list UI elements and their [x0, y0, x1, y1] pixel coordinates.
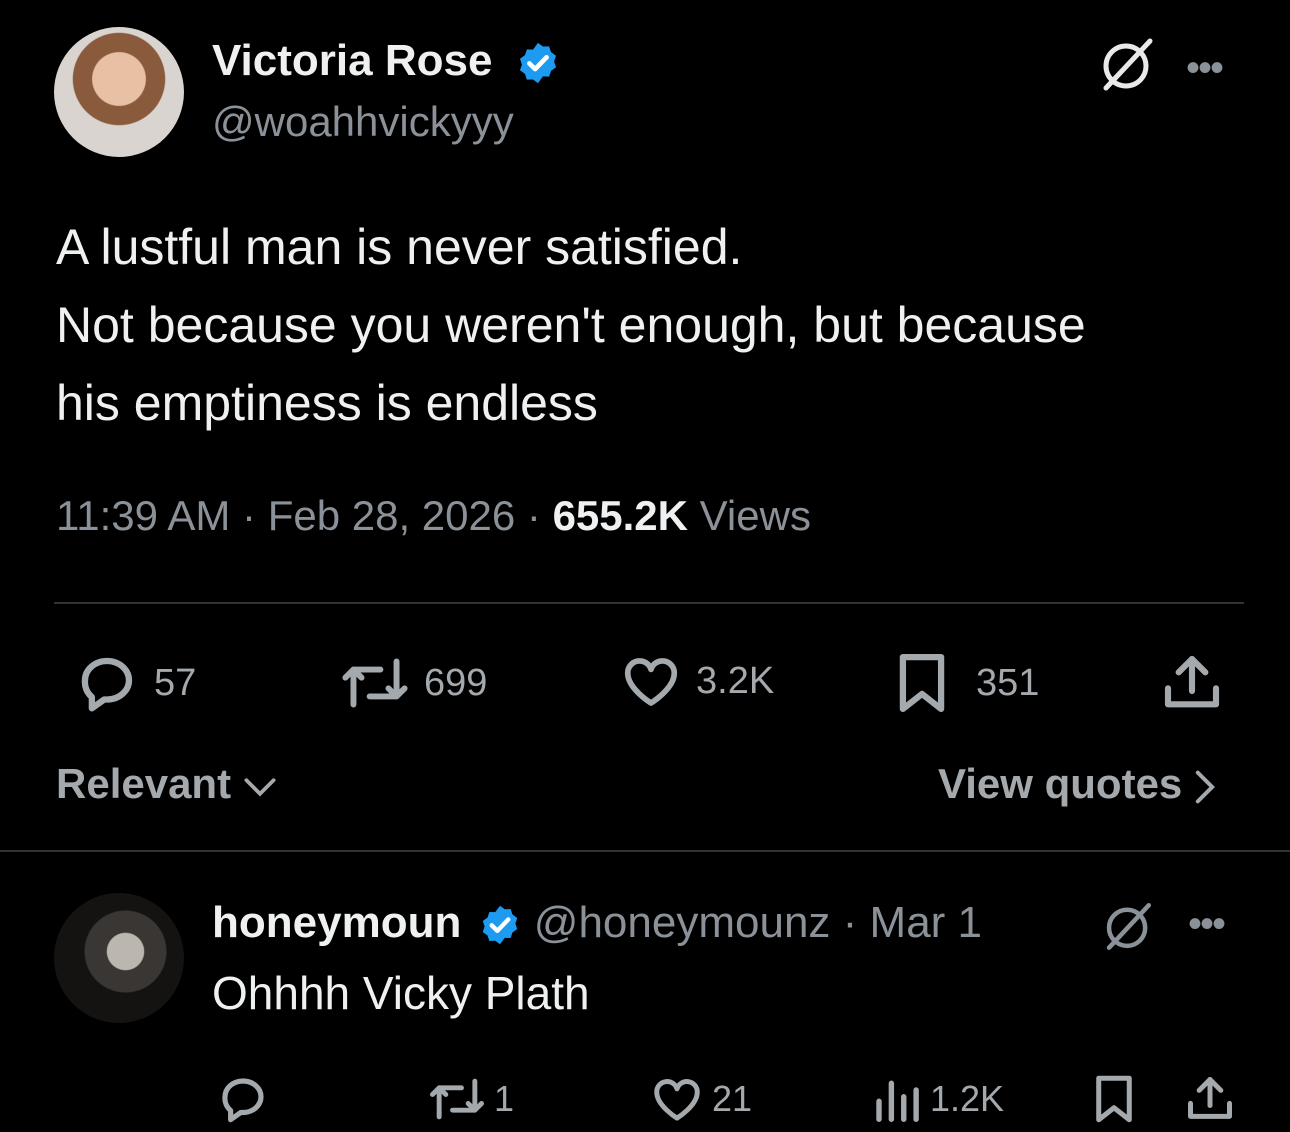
- chevron-right-icon: [1194, 769, 1216, 805]
- reply-bookmark-button[interactable]: [1090, 1072, 1138, 1126]
- views-label: Views: [699, 492, 811, 539]
- bookmark-icon: [1090, 1072, 1138, 1126]
- divider: [54, 602, 1244, 604]
- share-icon: [1184, 1072, 1236, 1126]
- repost-icon: [428, 1072, 486, 1126]
- share-icon: [1160, 650, 1224, 716]
- repost-count: 699: [424, 661, 488, 704]
- tweet-text-line: Not because you weren't enough, but beca…: [56, 297, 1086, 353]
- reply-like-count: 21: [712, 1078, 753, 1119]
- meta-separator: ·: [842, 898, 858, 947]
- meta-separator: ·: [242, 492, 257, 539]
- divider: [0, 850, 1290, 852]
- reply-reply-button[interactable]: [216, 1072, 270, 1126]
- tweet-time[interactable]: 11:39 AM: [56, 492, 230, 539]
- reply-icon: [74, 650, 140, 716]
- grok-icon[interactable]: [1096, 33, 1158, 95]
- view-quotes-link[interactable]: View quotes: [938, 760, 1216, 808]
- reply-icon: [216, 1072, 270, 1126]
- repost-button[interactable]: 699: [340, 650, 487, 716]
- author-name[interactable]: Victoria Rose: [212, 36, 492, 85]
- reply-repost-button[interactable]: 1: [428, 1072, 514, 1126]
- bookmark-count: 351: [976, 661, 1040, 704]
- tweet-text-line: A lustful man is never satisfied.: [56, 219, 743, 275]
- bookmark-icon: [892, 650, 952, 716]
- reply-header: honeymoun @honeymounz · Mar 1: [212, 898, 982, 948]
- verified-badge-icon: [478, 903, 522, 947]
- reply-count: 57: [154, 661, 197, 704]
- author-handle[interactable]: @woahhvickyyy: [212, 98, 514, 146]
- more-icon[interactable]: •••: [1188, 902, 1226, 947]
- tweet-text-line: his emptiness is endless: [56, 375, 598, 431]
- reply-views-count: 1.2K: [930, 1078, 1005, 1119]
- bookmark-button[interactable]: 351: [892, 650, 1039, 716]
- views-icon: [872, 1072, 922, 1126]
- meta-separator: ·: [526, 492, 541, 539]
- more-icon[interactable]: •••: [1186, 46, 1224, 91]
- reply-author-handle[interactable]: @honeymounz: [534, 898, 831, 947]
- share-button[interactable]: [1160, 650, 1224, 716]
- reply-like-button[interactable]: 21: [650, 1072, 752, 1126]
- reply-views-button[interactable]: 1.2K: [872, 1072, 1004, 1126]
- chevron-down-icon: [243, 772, 277, 802]
- reply-share-button[interactable]: [1184, 1072, 1236, 1126]
- reply-repost-count: 1: [494, 1078, 515, 1119]
- like-icon: [650, 1072, 704, 1126]
- reply-text: Ohhhh Vicky Plath: [212, 967, 590, 1019]
- reply-date[interactable]: Mar 1: [870, 898, 982, 947]
- repost-icon: [340, 650, 410, 716]
- like-icon: [620, 650, 682, 712]
- grok-icon[interactable]: [1100, 898, 1156, 954]
- sort-dropdown[interactable]: Relevant: [56, 760, 277, 808]
- tweet-date[interactable]: Feb 28, 2026: [268, 492, 516, 539]
- verified-badge-icon: [515, 40, 561, 86]
- reply-author-name[interactable]: honeymoun: [212, 898, 461, 947]
- reply-button[interactable]: 57: [74, 650, 196, 716]
- reply-author-avatar[interactable]: [54, 893, 184, 1023]
- like-count: 3.2K: [696, 659, 775, 702]
- tweet-meta: 11:39 AM · Feb 28, 2026 · 655.2K Views: [56, 492, 811, 540]
- views-count: 655.2K: [552, 492, 688, 539]
- author-avatar[interactable]: [54, 27, 184, 157]
- like-button[interactable]: 3.2K: [620, 650, 774, 712]
- tweet-text: A lustful man is never satisfied. Not be…: [56, 208, 1256, 442]
- author-name-row[interactable]: Victoria Rose: [212, 36, 561, 86]
- sort-label: Relevant: [56, 760, 232, 807]
- view-quotes-label: View quotes: [938, 760, 1183, 807]
